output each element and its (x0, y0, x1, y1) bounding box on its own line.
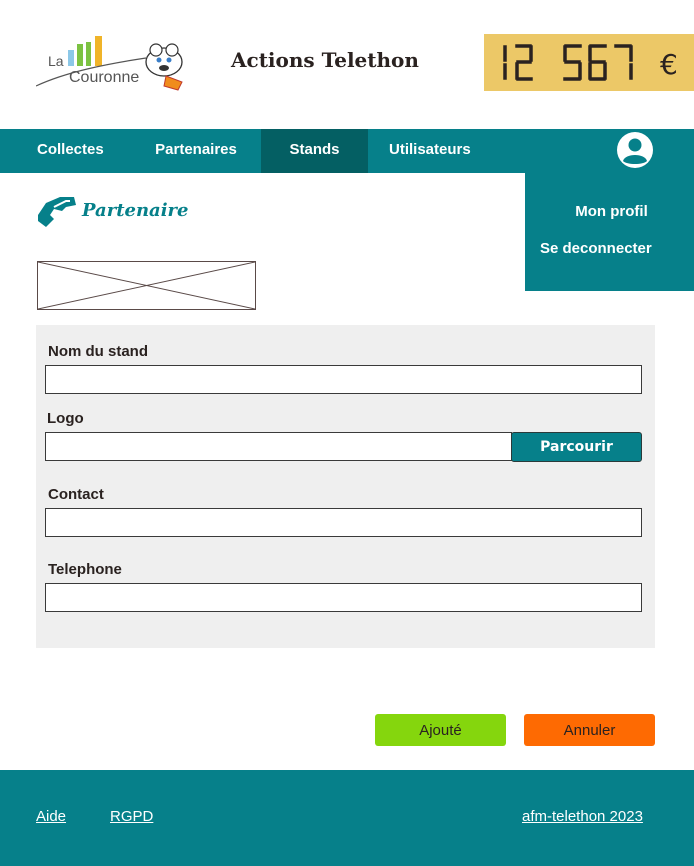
add-button[interactable]: Ajouté (375, 714, 506, 746)
contact-input[interactable] (45, 508, 642, 537)
stand-name-input[interactable] (45, 365, 642, 394)
telephone-input[interactable] (45, 583, 642, 612)
logo-graphic: La Couronne (35, 36, 183, 91)
stand-name-label: Nom du stand (48, 343, 148, 360)
page-title: Actions Telethon (231, 48, 419, 72)
svg-text:La: La (48, 53, 64, 69)
logo-label: Logo (47, 410, 84, 427)
user-menu-dropdown: Mon profil Se deconnecter (525, 173, 694, 291)
menu-item-se-deconnecter[interactable]: Se deconnecter (525, 240, 694, 257)
footer-link-afm-telethon[interactable]: afm-telethon 2023 (522, 808, 643, 825)
nav-item-partenaires[interactable]: Partenaires (152, 129, 240, 173)
footer-link-aide[interactable]: Aide (36, 808, 66, 825)
counter-digits: € (503, 44, 678, 81)
section-title: Partenaire (82, 200, 189, 221)
footer-link-rgpd[interactable]: RGPD (110, 808, 153, 825)
telephone-label: Telephone (48, 561, 122, 578)
nav-item-collectes[interactable]: Collectes (37, 129, 107, 173)
nav-item-utilisateurs[interactable]: Utilisateurs (389, 129, 475, 173)
partner-logo-placeholder (37, 261, 256, 310)
svg-text:Couronne: Couronne (69, 69, 139, 86)
counter-currency: € (660, 48, 678, 81)
handshake-icon (36, 193, 78, 229)
nav-item-stands[interactable]: Stands (261, 129, 368, 173)
cancel-button[interactable]: Annuler (524, 714, 655, 746)
contact-label: Contact (48, 486, 104, 503)
menu-item-mon-profil[interactable]: Mon profil (525, 203, 694, 220)
main-nav: Collectes Partenaires Stands Utilisateur… (0, 129, 694, 173)
user-account-icon (617, 132, 653, 168)
footer: Aide RGPD afm-telethon 2023 (0, 770, 694, 866)
logo-file-input[interactable] (45, 432, 512, 461)
user-account-button[interactable] (616, 131, 654, 169)
donation-counter: € (484, 34, 694, 91)
browse-button[interactable]: Parcourir (511, 432, 642, 462)
la-couronne-logo: La Couronne (35, 34, 188, 94)
